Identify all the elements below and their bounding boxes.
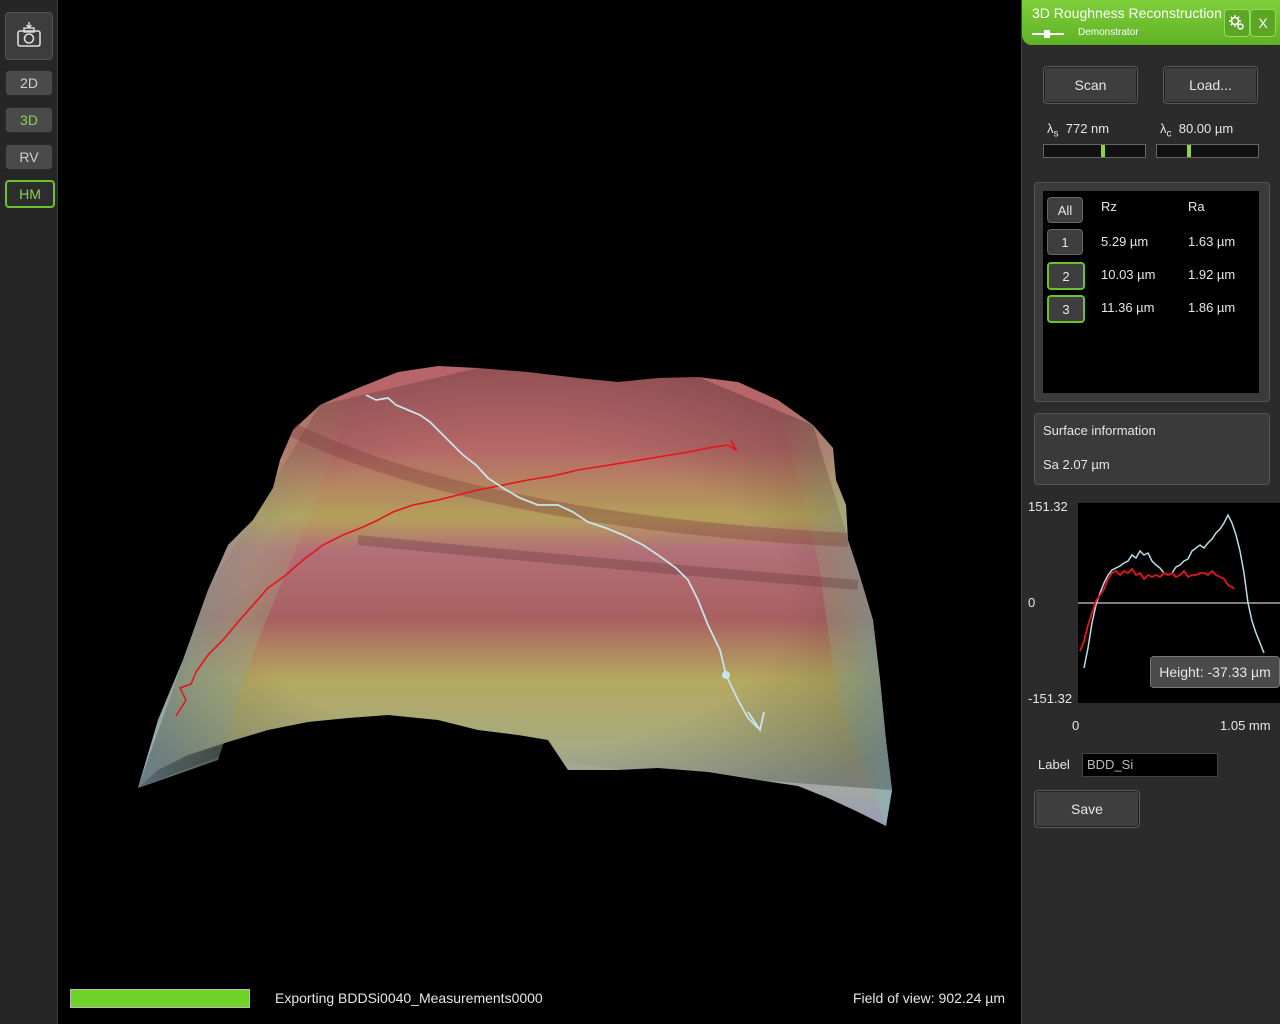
lambda-c-slider[interactable] bbox=[1156, 144, 1259, 158]
label-input[interactable]: BDD_Si bbox=[1082, 753, 1218, 777]
x-max-label: 1.05 mm bbox=[1220, 718, 1271, 733]
export-progress-bar bbox=[70, 989, 250, 1008]
load-button[interactable]: Load... bbox=[1163, 66, 1258, 104]
left-toolbar: 2D 3D RV HM bbox=[0, 0, 58, 1024]
slider-logo-icon bbox=[1032, 30, 1064, 38]
surface-sa-value: Sa 2.07 µm bbox=[1043, 457, 1110, 472]
app-subtitle: Demonstrator bbox=[1078, 27, 1139, 38]
profile-2-button[interactable]: 2 bbox=[1047, 262, 1085, 290]
lambda-s-label: λs 772 nm bbox=[1047, 121, 1110, 140]
y-zero-label: 0 bbox=[1028, 595, 1036, 610]
view-2d-button[interactable]: 2D bbox=[5, 70, 53, 96]
status-bar: Exporting BDDSi0040_Measurements0000 Fie… bbox=[58, 975, 1020, 1024]
lambda-s-slider[interactable] bbox=[1043, 144, 1146, 158]
screenshot-button[interactable] bbox=[5, 12, 53, 60]
view-3d-button[interactable]: 3D bbox=[5, 107, 53, 133]
surface-render[interactable] bbox=[58, 0, 1020, 975]
lambda-c-label: λc 80.00 µm bbox=[1160, 121, 1234, 140]
panel-header: 3D Roughness Reconstruction Demonstrator… bbox=[1022, 0, 1280, 45]
profile-3-button[interactable]: 3 bbox=[1047, 295, 1085, 323]
save-button[interactable]: Save bbox=[1034, 790, 1140, 828]
app-title: 3D Roughness Reconstruction bbox=[1032, 5, 1222, 21]
view-hm-button[interactable]: HM bbox=[5, 180, 55, 208]
rz-column-header: Rz bbox=[1101, 199, 1117, 214]
export-status-text: Exporting BDDSi0040_Measurements0000 bbox=[275, 990, 543, 1006]
lambda-c-slider-thumb[interactable] bbox=[1187, 145, 1192, 157]
roughness-table-body: All Rz Ra 1 5.29 µm 1.63 µm 2 10.03 µm 1… bbox=[1043, 191, 1259, 393]
camera-icon bbox=[17, 22, 41, 47]
profile-1-button[interactable]: 1 bbox=[1047, 229, 1083, 255]
y-max-label: 151.32 bbox=[1028, 499, 1068, 514]
profile-plot[interactable]: 151.32 0 -151.32 0 1.05 mm bbox=[1022, 493, 1280, 738]
profile-3-ra: 1.86 µm bbox=[1188, 300, 1236, 315]
x-min-label: 0 bbox=[1072, 718, 1080, 733]
gears-icon bbox=[1229, 15, 1244, 30]
field-of-view-text: Field of view: 902.24 µm bbox=[852, 990, 1005, 1006]
profile-2-rz: 10.03 µm bbox=[1101, 267, 1156, 282]
surface-information-box: Surface information Sa 2.07 µm bbox=[1034, 413, 1270, 485]
select-all-button[interactable]: All bbox=[1047, 197, 1083, 223]
scan-button[interactable]: Scan bbox=[1043, 66, 1138, 104]
lambda-s-slider-thumb[interactable] bbox=[1100, 145, 1105, 157]
label-caption: Label bbox=[1038, 757, 1070, 772]
profile-2-ra: 1.92 µm bbox=[1188, 267, 1236, 282]
surface-info-title: Surface information bbox=[1043, 423, 1156, 438]
close-button[interactable]: X bbox=[1250, 9, 1276, 37]
roughness-table: All Rz Ra 1 5.29 µm 1.63 µm 2 10.03 µm 1… bbox=[1034, 182, 1270, 402]
view-rv-button[interactable]: RV bbox=[5, 144, 53, 170]
y-min-label: -151.32 bbox=[1028, 691, 1073, 706]
profile-1-ra: 1.63 µm bbox=[1188, 234, 1236, 249]
ra-column-header: Ra bbox=[1188, 199, 1205, 214]
settings-button[interactable] bbox=[1224, 9, 1250, 37]
control-panel: 3D Roughness Reconstruction Demonstrator… bbox=[1021, 0, 1280, 1024]
profile-1-rz: 5.29 µm bbox=[1101, 234, 1149, 249]
3d-viewport[interactable] bbox=[58, 0, 1020, 1024]
height-tooltip: Height: -37.33 µm bbox=[1150, 656, 1280, 688]
export-progress-fill bbox=[71, 990, 249, 1007]
profile-3-rz: 11.36 µm bbox=[1101, 300, 1155, 315]
